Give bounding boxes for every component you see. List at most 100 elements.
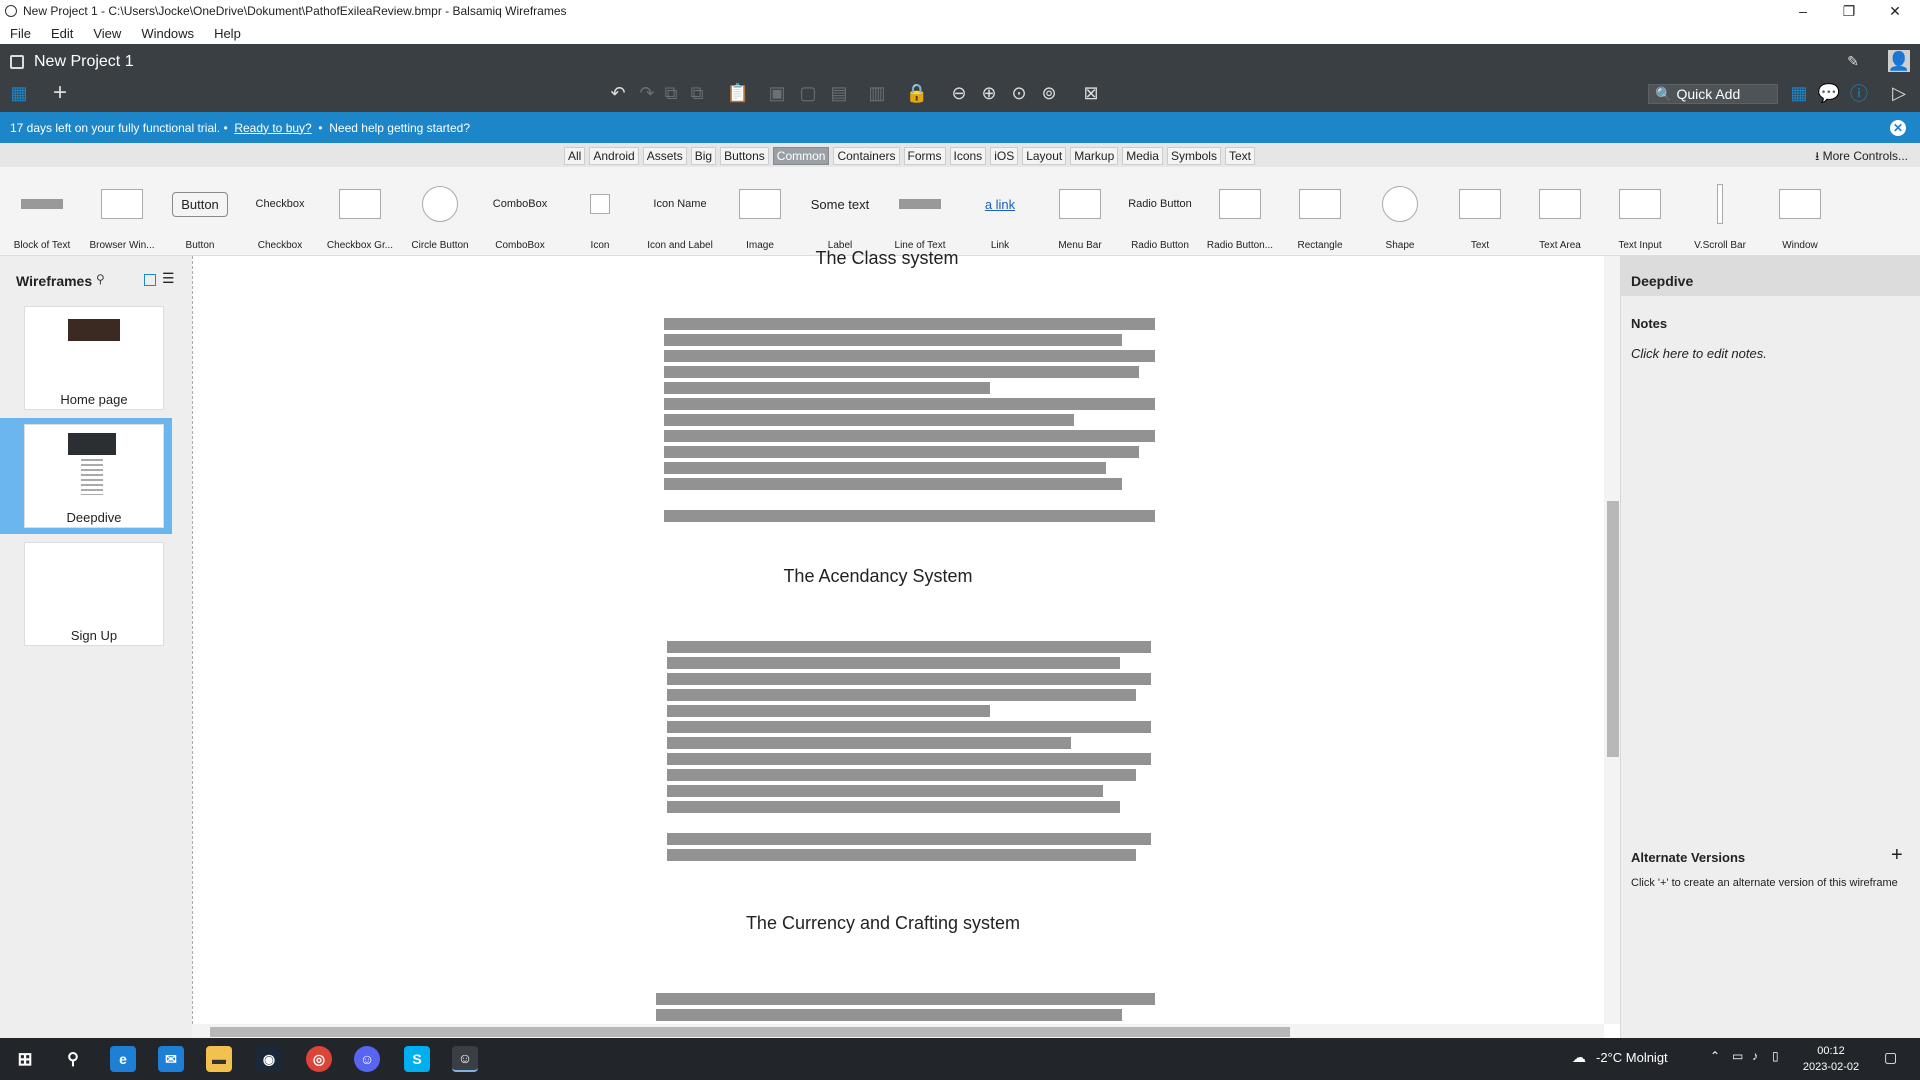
text-placeholder-bar[interactable]: [667, 785, 1103, 797]
user-avatar-icon[interactable]: 👤: [1888, 50, 1910, 72]
text-placeholder-bar[interactable]: [667, 849, 1136, 861]
section-heading-class[interactable]: The Class system: [787, 248, 987, 269]
tray-chevron-icon[interactable]: ⌃: [1710, 1049, 1720, 1063]
category-tab[interactable]: Icons: [949, 147, 987, 165]
delete-icon[interactable]: ⊠: [1080, 82, 1102, 104]
battery-icon[interactable]: ▯: [1772, 1049, 1779, 1063]
clock-date[interactable]: 2023-02-02: [1798, 1061, 1864, 1073]
canvas-vertical-scrollbar[interactable]: [1604, 256, 1620, 1024]
category-tab[interactable]: Big: [690, 147, 717, 165]
category-tab[interactable]: Layout: [1022, 147, 1067, 165]
palette-item[interactable]: a link Link: [960, 179, 1040, 252]
page-thumb-deepdive[interactable]: Deepdive: [0, 418, 172, 534]
volume-icon[interactable]: ♪: [1752, 1049, 1758, 1063]
balsamiq-icon[interactable]: ☺: [452, 1046, 478, 1072]
category-tab[interactable]: Markup: [1070, 147, 1119, 165]
presentation-icon[interactable]: ▷: [1888, 82, 1910, 104]
ungroup-icon[interactable]: ▢: [797, 82, 819, 104]
discord-icon[interactable]: ☺: [354, 1046, 380, 1072]
steam-icon[interactable]: ◉: [256, 1046, 282, 1072]
palette-item[interactable]: Checkbox Gr...: [320, 179, 400, 251]
text-placeholder-bar[interactable]: [667, 657, 1120, 669]
text-placeholder-bar[interactable]: [664, 382, 990, 394]
comments-icon[interactable]: 💬: [1818, 82, 1840, 104]
text-placeholder-bar[interactable]: [664, 510, 1155, 522]
palette-item[interactable]: Text Area: [1520, 179, 1600, 251]
menu-view[interactable]: View: [83, 26, 131, 41]
start-icon[interactable]: ⊞: [12, 1046, 38, 1072]
text-placeholder-bar[interactable]: [667, 721, 1151, 733]
weather-icon[interactable]: ☁: [1572, 1049, 1586, 1066]
category-tab[interactable]: Assets: [642, 147, 687, 165]
palette-item[interactable]: Circle Button: [400, 179, 480, 251]
edit-mode-icon[interactable]: ✎: [1842, 50, 1864, 72]
palette-item[interactable]: Line of Text: [880, 179, 960, 251]
palette-item[interactable]: Radio Button Radio Button: [1120, 179, 1200, 251]
ui-library-icon[interactable]: ▦: [1788, 82, 1810, 104]
palette-item[interactable]: Text: [1440, 179, 1520, 251]
text-placeholder-bar[interactable]: [664, 398, 1155, 410]
zoom-actual-icon[interactable]: ⊙: [1008, 82, 1030, 104]
list-view-icon[interactable]: ☰: [162, 270, 175, 287]
info-icon[interactable]: ⓘ: [1848, 82, 1870, 104]
close-button[interactable]: ✕: [1872, 0, 1918, 22]
notes-field[interactable]: Click here to edit notes.: [1631, 346, 1767, 361]
minimize-button[interactable]: –: [1780, 0, 1826, 22]
palette-item[interactable]: Browser Win...: [82, 179, 162, 251]
text-placeholder-bar[interactable]: [664, 366, 1139, 378]
lock-icon[interactable]: 🔒: [906, 82, 928, 104]
palette-item[interactable]: Block of Text: [2, 179, 82, 251]
group-icon[interactable]: ▣: [766, 82, 788, 104]
palette-item[interactable]: Button Button: [160, 179, 240, 251]
text-placeholder-bar[interactable]: [656, 1009, 1122, 1021]
quick-add-input[interactable]: 🔍 Quick Add: [1648, 84, 1778, 104]
text-placeholder-bar[interactable]: [667, 801, 1120, 813]
palette-item[interactable]: Text Input: [1600, 179, 1680, 251]
skype-icon[interactable]: S: [404, 1046, 430, 1072]
text-placeholder-bar[interactable]: [664, 462, 1106, 474]
category-tab[interactable]: All: [564, 147, 586, 165]
menu-windows[interactable]: Windows: [131, 26, 204, 41]
notifications-icon[interactable]: ▢: [1884, 1049, 1897, 1066]
text-placeholder-bar[interactable]: [667, 753, 1151, 765]
clock-time[interactable]: 00:12: [1806, 1045, 1856, 1057]
thumbnail-view-icon[interactable]: [144, 274, 156, 286]
category-tab[interactable]: Android: [589, 147, 639, 165]
canvas-horizontal-scrollbar[interactable]: [192, 1024, 1604, 1038]
category-tab[interactable]: Containers: [833, 147, 900, 165]
category-tab[interactable]: iOS: [990, 147, 1019, 165]
zoom-out-icon[interactable]: ⊖: [948, 82, 970, 104]
palette-item[interactable]: Image: [720, 179, 800, 251]
menu-edit[interactable]: Edit: [41, 26, 83, 41]
palette-item[interactable]: Icon Name Icon and Label: [640, 179, 720, 251]
copy-icon[interactable]: ⧉: [660, 82, 682, 104]
weather-text[interactable]: -2°C Molnigt: [1596, 1050, 1668, 1065]
wireframes-view-icon[interactable]: ▦: [8, 82, 30, 104]
palette-item[interactable]: Icon: [560, 179, 640, 251]
add-wireframe-icon[interactable]: +: [49, 79, 71, 106]
page-thumb-home[interactable]: Home page: [0, 300, 172, 416]
page-thumb-signup[interactable]: Sign Up: [0, 536, 172, 652]
project-name[interactable]: New Project 1: [34, 53, 134, 71]
section-heading-currency[interactable]: The Currency and Crafting system: [693, 913, 1073, 934]
close-banner-icon[interactable]: ✕: [1890, 120, 1906, 136]
category-tab[interactable]: Forms: [903, 147, 946, 165]
text-placeholder-bar[interactable]: [667, 737, 1071, 749]
text-placeholder-bar[interactable]: [667, 689, 1136, 701]
more-controls-button[interactable]: ⭳ More Controls...: [1815, 147, 1908, 168]
palette-item[interactable]: Window: [1760, 179, 1840, 251]
help-link[interactable]: Need help getting started?: [329, 121, 470, 135]
text-placeholder-bar[interactable]: [664, 478, 1122, 490]
edge-icon[interactable]: e: [110, 1046, 136, 1072]
menu-file[interactable]: File: [0, 26, 41, 41]
category-tab[interactable]: Buttons: [720, 147, 769, 165]
undo-icon[interactable]: ↶: [607, 82, 629, 104]
arrange-icon[interactable]: ▥: [866, 82, 888, 104]
redo-icon[interactable]: ↷: [636, 82, 658, 104]
palette-item[interactable]: Some text Label: [800, 179, 880, 252]
text-placeholder-bar[interactable]: [664, 446, 1139, 458]
palette-item[interactable]: Menu Bar: [1040, 179, 1120, 251]
file-explorer-icon[interactable]: ▬: [206, 1046, 232, 1072]
palette-item[interactable]: Radio Button...: [1200, 179, 1280, 251]
branch-icon[interactable]: ⚲: [96, 272, 105, 286]
